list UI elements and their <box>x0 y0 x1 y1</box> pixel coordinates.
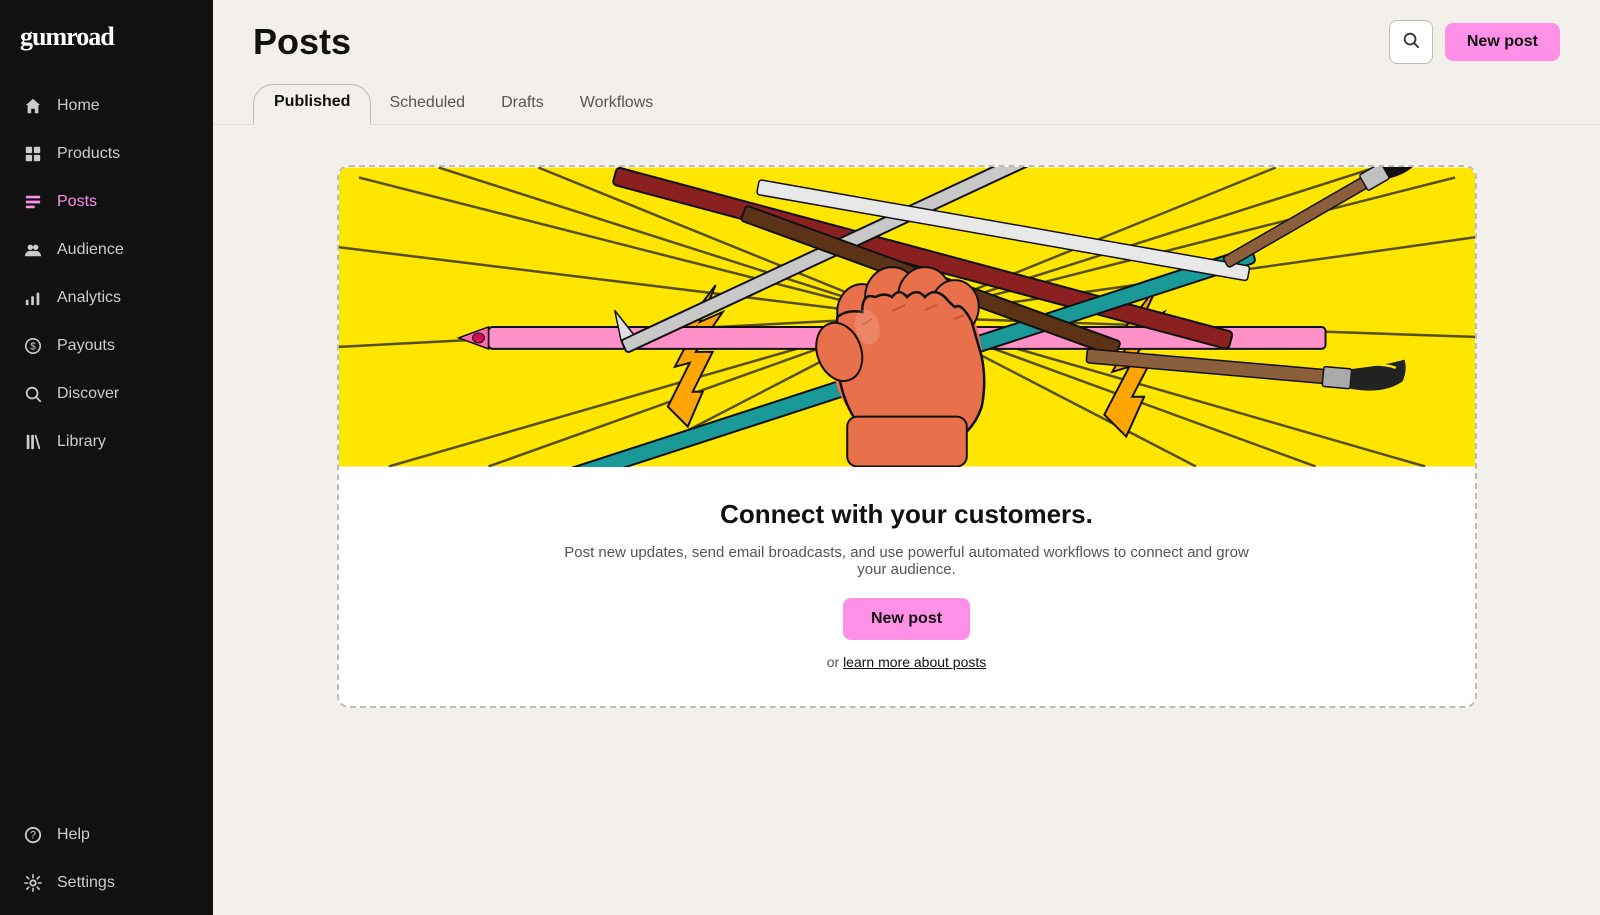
sidebar-item-library[interactable]: Library <box>0 418 213 466</box>
search-icon <box>1402 31 1420 54</box>
main-content: Posts New post Published Scheduled Draft… <box>213 0 1600 915</box>
sidebar: gumroad Home Products Posts <box>0 0 213 915</box>
discover-icon <box>23 384 43 404</box>
sidebar-item-products[interactable]: Products <box>0 130 213 178</box>
help-icon: ? <box>23 825 43 845</box>
page-title: Posts <box>253 21 351 63</box>
empty-card-body: Connect with your customers. Post new up… <box>339 467 1475 706</box>
sidebar-item-label: Payouts <box>57 337 115 355</box>
tab-published[interactable]: Published <box>253 84 371 125</box>
sidebar-item-label: Settings <box>57 874 115 892</box>
audience-icon <box>23 240 43 260</box>
payouts-icon: $ <box>23 336 43 356</box>
page-header: Posts New post Published Scheduled Draft… <box>213 0 1600 125</box>
library-icon <box>23 432 43 452</box>
sidebar-item-payouts[interactable]: $ Payouts <box>0 322 213 370</box>
empty-state-card: Connect with your customers. Post new up… <box>337 165 1477 708</box>
sidebar-item-label: Discover <box>57 385 119 403</box>
products-icon <box>23 144 43 164</box>
learn-more-row: or learn more about posts <box>827 654 987 670</box>
settings-icon <box>23 873 43 893</box>
tab-scheduled[interactable]: Scheduled <box>371 84 483 126</box>
sidebar-item-audience[interactable]: Audience <box>0 226 213 274</box>
analytics-icon <box>23 288 43 308</box>
tabs-bar: Published Scheduled Drafts Workflows <box>253 82 1560 124</box>
posts-icon <box>23 192 43 212</box>
sidebar-item-label: Audience <box>57 241 124 259</box>
sidebar-item-label: Analytics <box>57 289 121 307</box>
sidebar-item-label: Home <box>57 97 100 115</box>
empty-state-description: Post new updates, send email broadcasts,… <box>557 544 1257 578</box>
logo: gumroad <box>20 22 114 52</box>
sidebar-item-settings[interactable]: Settings <box>0 859 213 907</box>
sidebar-item-label: Posts <box>57 193 97 211</box>
new-post-button-empty[interactable]: New post <box>843 598 970 640</box>
new-post-button-header[interactable]: New post <box>1445 23 1560 61</box>
sidebar-item-discover[interactable]: Discover <box>0 370 213 418</box>
sidebar-item-home[interactable]: Home <box>0 82 213 130</box>
illustration-svg <box>339 167 1475 467</box>
learn-more-link[interactable]: learn more about posts <box>843 654 986 670</box>
illustration-container <box>339 167 1475 467</box>
search-button[interactable] <box>1389 20 1433 64</box>
tab-workflows[interactable]: Workflows <box>562 84 672 126</box>
sidebar-item-help[interactable]: ? Help <box>0 811 213 859</box>
sidebar-nav: Home Products Posts Audience <box>0 74 213 915</box>
logo-container: gumroad <box>0 0 213 74</box>
svg-text:$: $ <box>30 342 36 353</box>
svg-text:?: ? <box>30 830 36 842</box>
empty-state-title: Connect with your customers. <box>720 499 1093 530</box>
header-actions: New post <box>1389 20 1560 64</box>
sidebar-item-label: Help <box>57 826 90 844</box>
sidebar-item-label: Library <box>57 433 106 451</box>
home-icon <box>23 96 43 116</box>
sidebar-item-posts[interactable]: Posts <box>0 178 213 226</box>
learn-more-prefix: or <box>827 654 843 670</box>
sidebar-item-label: Products <box>57 145 120 163</box>
tab-drafts[interactable]: Drafts <box>483 84 562 126</box>
sidebar-item-analytics[interactable]: Analytics <box>0 274 213 322</box>
content-area: Connect with your customers. Post new up… <box>213 125 1600 915</box>
